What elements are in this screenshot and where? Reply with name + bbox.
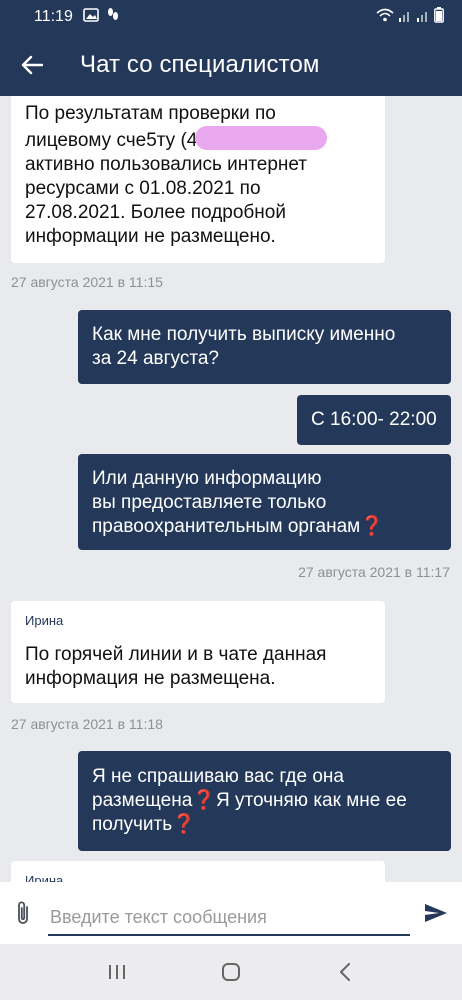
message-outgoing: Как мне получить выписку именно за 24 ав… [78,310,451,384]
message-outgoing: С 16:00- 22:00 [297,395,451,445]
message-author: Ирина [25,613,64,628]
message-text-line: Или данную информацию [92,468,322,489]
home-icon [222,963,240,981]
question-emoji: ❓ [192,790,216,811]
back-nav-button[interactable] [315,944,375,1000]
message-text-line: По результатам проверки по [25,103,276,124]
message-text-fragment: лицевому сче5ту (4 [25,130,198,151]
message-timestamp: 27 августа 2021 в 11:17 [298,564,450,580]
redacted-block [195,126,328,150]
message-text-fragment: правоохранительным органам [92,516,361,537]
message-text-line: ресурсами с 01.08.2021 по [25,178,261,199]
message-text-line: информации не размещено. [25,226,276,247]
gallery-icon [83,7,99,27]
wifi-icon [376,8,394,27]
message-text-line: лицевому сче5ту (4 [25,126,371,153]
attach-button[interactable] [0,882,46,944]
message-text-fragment: размещена [92,790,193,811]
battery-icon [434,6,444,28]
message-text-line: По горячей линии и в чате данная [25,644,327,665]
question-emoji: ❓ [360,516,384,537]
message-text-line: информация не размещена. [25,668,276,689]
status-bar: 11:19 [0,0,462,34]
status-right-icons [376,6,444,28]
message-input[interactable] [48,900,410,936]
recent-apps-icon [109,965,125,979]
back-button[interactable] [0,34,64,96]
message-text-line: Как мне получить выписку именно [92,324,396,345]
message-text-line: получить❓ [92,813,437,837]
message-timestamp: 27 августа 2021 в 11:18 [11,716,163,732]
message-text-line: вы предоставляете только [92,492,327,513]
status-left-icons [83,7,119,28]
send-button[interactable] [410,882,462,944]
message-text-fragment: Я уточняю как мне ее [215,790,407,811]
message-text-fragment: получить [92,814,173,835]
home-button[interactable] [201,944,261,1000]
message-incoming: По результатам проверки по лицевому сче5… [11,96,385,263]
message-outgoing: Или данную информацию вы предоставляете … [78,454,451,550]
question-emoji: ❓ [172,814,196,835]
status-time: 11:19 [34,8,73,25]
message-text-line: правоохранительным органам❓ [92,515,437,539]
chat-messages[interactable]: По результатам проверки по лицевому сче5… [0,96,462,882]
message-text-line: Я не спрашиваю вас где она [92,766,344,787]
steps-icon [107,7,119,28]
message-author: Ирина [25,873,64,882]
message-incoming: Ирина [11,861,385,882]
arrow-left-icon [21,55,43,75]
message-text-line: размещена❓Я уточняю как мне ее [92,789,437,813]
message-text-line: 27.08.2021. Более подробной [25,202,286,223]
message-input-wrapper [46,888,410,938]
page-title: Чат со специалистом [80,51,320,78]
signal-icon [398,8,412,27]
message-outgoing: Я не спрашиваю вас где она размещена❓Я у… [78,751,451,851]
system-nav-bar [0,944,462,1000]
message-timestamp: 27 августа 2021 в 11:15 [11,274,163,290]
recent-apps-button[interactable] [87,944,147,1000]
send-icon [425,904,447,922]
signal-icon [416,8,430,27]
message-text-line: за 24 августа? [92,348,219,369]
message-text-line: активно пользовались интернет [25,154,308,175]
back-nav-icon [340,963,350,981]
message-input-bar [0,882,462,944]
message-incoming: Ирина По горячей линии и в чате данная и… [11,601,385,703]
app-bar: Чат со специалистом [0,34,462,96]
paperclip-icon [18,901,28,924]
message-text-line: С 16:00- 22:00 [311,409,437,430]
